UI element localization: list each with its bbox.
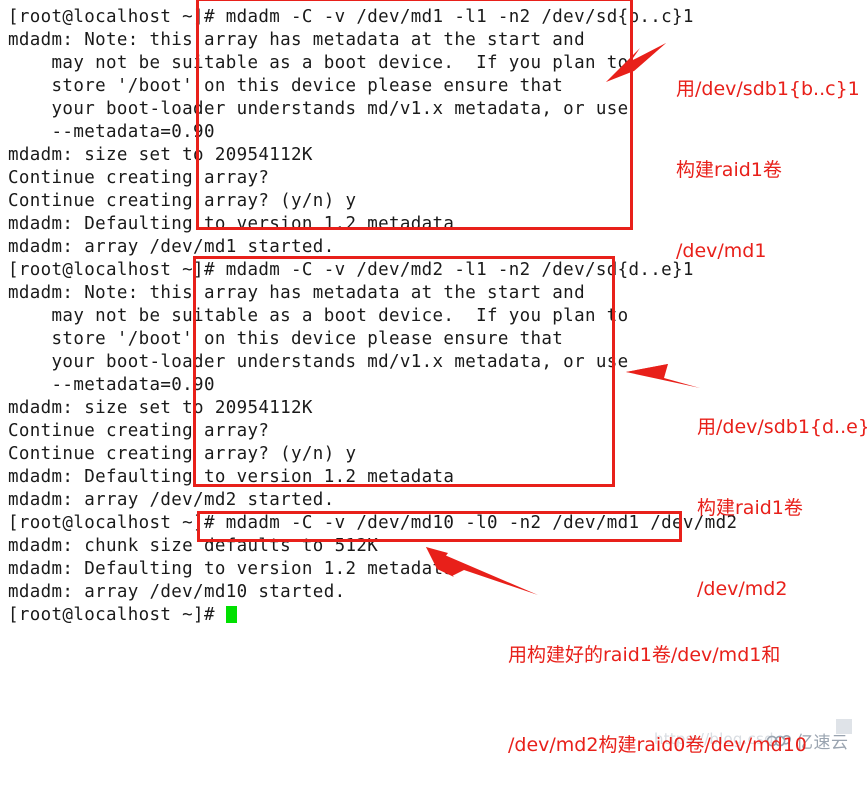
terminal-line: store '/boot' on this device please ensu… bbox=[8, 329, 564, 349]
annotation-md1-line-3: /dev/md1 bbox=[676, 240, 767, 262]
terminal-line: --metadata=0.90 bbox=[8, 375, 215, 395]
annotation-md1-line-1: 用/dev/sdb1{b..c}1 bbox=[676, 78, 860, 100]
terminal-line: mdadm: Defaulting to version 1.2 metadat… bbox=[8, 559, 455, 579]
terminal-line: may not be suitable as a boot device. If… bbox=[8, 53, 629, 73]
terminal-line: Continue creating array? bbox=[8, 421, 270, 441]
annotation-md1-line-2: 构建raid1卷 bbox=[676, 159, 782, 181]
annotation-md1: 用/dev/sdb1{b..c}1 构建raid1卷 /dev/md1 bbox=[676, 22, 860, 292]
terminal-prompt-line: [root@localhost ~]# bbox=[8, 604, 237, 627]
terminal-line: mdadm: Defaulting to version 1.2 metadat… bbox=[8, 214, 455, 234]
watermark-square-mark bbox=[836, 719, 852, 734]
annotation-md10-line-2: /dev/md2构建raid0卷/dev/md10 bbox=[508, 734, 807, 756]
annotation-md2-line-1: 用/dev/sdb1{d..e}1 bbox=[697, 416, 867, 438]
terminal-line: mdadm: size set to 20954112K bbox=[8, 145, 313, 165]
terminal-line: --metadata=0.90 bbox=[8, 122, 215, 142]
terminal-line: mdadm: chunk size defaults to 512K bbox=[8, 536, 379, 556]
terminal-line: may not be suitable as a boot device. If… bbox=[8, 306, 629, 326]
terminal-line: mdadm: array /dev/md1 started. bbox=[8, 237, 335, 257]
terminal-line: Continue creating array? bbox=[8, 168, 270, 188]
terminal-cursor bbox=[225, 606, 237, 623]
shell-prompt: [root@localhost ~]# bbox=[8, 605, 226, 625]
annotation-md10: 用构建好的raid1卷/dev/md1和 /dev/md2构建raid0卷/de… bbox=[508, 580, 807, 790]
annotation-md2-line-2: 构建raid1卷 bbox=[697, 497, 803, 519]
terminal-line: mdadm: array /dev/md2 started. bbox=[8, 490, 335, 510]
terminal-line: store '/boot' on this device please ensu… bbox=[8, 76, 564, 96]
terminal-line: mdadm: Defaulting to version 1.2 metadat… bbox=[8, 467, 455, 487]
terminal-line: your boot-loader understands md/v1.x met… bbox=[8, 352, 629, 372]
terminal-line: mdadm: Note: this array has metadata at … bbox=[8, 30, 585, 50]
terminal-line: Continue creating array? (y/n) y bbox=[8, 444, 357, 464]
terminal-line: [root@localhost ~]# mdadm -C -v /dev/md2… bbox=[8, 260, 694, 280]
terminal-line: your boot-loader understands md/v1.x met… bbox=[8, 99, 629, 119]
terminal-line: mdadm: size set to 20954112K bbox=[8, 398, 313, 418]
arrow-to-md2-box bbox=[626, 364, 700, 388]
annotation-md10-line-1: 用构建好的raid1卷/dev/md1和 bbox=[508, 644, 781, 666]
terminal-line: Continue creating array? (y/n) y bbox=[8, 191, 357, 211]
arrow-to-md10-box bbox=[426, 547, 538, 595]
terminal-line: mdadm: Note: this array has metadata at … bbox=[8, 283, 585, 303]
arrow-to-md1-box bbox=[606, 43, 666, 82]
terminal-line: [root@localhost ~]# mdadm -C -v /dev/md1… bbox=[8, 7, 694, 27]
terminal-line: [root@localhost ~]# mdadm -C -v /dev/md1… bbox=[8, 513, 738, 533]
terminal-line: mdadm: array /dev/md10 started. bbox=[8, 582, 346, 602]
